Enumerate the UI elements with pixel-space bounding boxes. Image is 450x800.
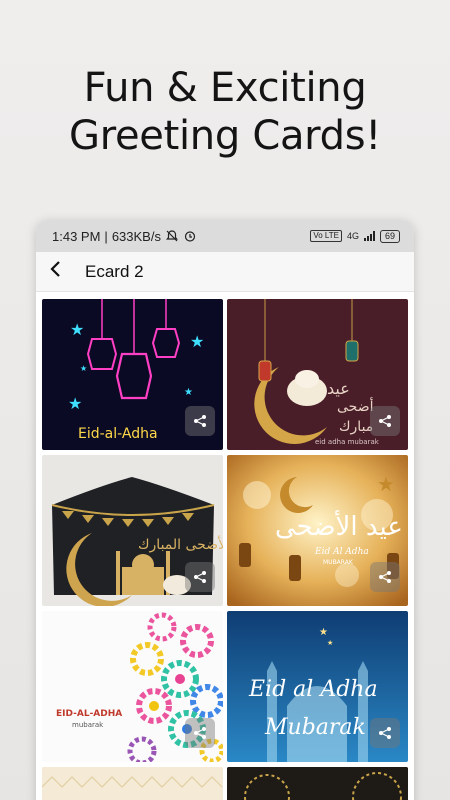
card-grid: ★ ★ ★ ★ ★ Eid-al-Adha عيد أضحى مبارك eid… [42, 299, 408, 800]
svg-text:مبارك: مبارك [339, 419, 373, 435]
share-button[interactable] [370, 406, 400, 436]
greeting-card[interactable]: ★ ★ Eid al Adha Mubarak [227, 611, 408, 762]
svg-text:عيد: عيد [327, 379, 350, 398]
headline-line-1: Fun & Exciting [83, 65, 367, 111]
svg-text:أضحى: أضحى [337, 397, 374, 415]
share-button[interactable] [370, 562, 400, 592]
volte-badge: Vo LTE [310, 230, 342, 242]
mute-bell-icon [166, 230, 178, 242]
card-subcaption: mubarak [72, 721, 104, 729]
svg-text:★: ★ [377, 472, 395, 496]
svg-text:★: ★ [68, 394, 82, 413]
svg-text:★: ★ [327, 639, 333, 647]
phone-frame: 1:43 PM | 633KB/s Vo LTE 4G 69 Ecard 2 ★… [36, 220, 414, 800]
card-caption: eid adha mubarak [315, 438, 379, 446]
card-caption: Eid al Adha [249, 677, 378, 702]
back-arrow-icon[interactable] [42, 252, 70, 292]
greeting-card[interactable]: عيد أضحى مبارك eid adha mubarak [227, 299, 408, 450]
status-bar: 1:43 PM | 633KB/s Vo LTE 4G 69 [36, 220, 414, 252]
card-caption: EID-AL-ADHA [56, 709, 123, 719]
signal-icon [363, 231, 375, 241]
card-subcaption: MUBARAK [323, 559, 353, 566]
greeting-card[interactable] [227, 767, 408, 800]
alarm-icon [184, 231, 196, 242]
share-button[interactable] [185, 562, 215, 592]
card-caption: Eid-al-Adha [78, 426, 158, 442]
svg-text:★: ★ [190, 332, 204, 351]
card-subcaption: Mubarak [265, 715, 366, 740]
share-button[interactable] [185, 406, 215, 436]
greeting-card[interactable]: ★ ★ ★ ★ ★ Eid-al-Adha [42, 299, 223, 450]
share-icon [194, 415, 206, 427]
battery-indicator: 69 [379, 229, 400, 243]
headline-line-2: Greeting Cards! [69, 113, 381, 159]
page-title: Ecard 2 [85, 261, 144, 281]
promo-headline: Fun & Exciting Greeting Cards! [0, 64, 450, 160]
share-icon [379, 415, 391, 427]
greeting-card[interactable] [42, 767, 223, 800]
greeting-card[interactable]: EID-AL-ADHA mubarak [42, 611, 223, 762]
svg-text:★: ★ [70, 320, 84, 339]
pattern-card-image [42, 767, 223, 800]
greeting-card[interactable]: ★ عيد الأضحى Eid Al Adha MUBARAK [227, 455, 408, 606]
gold-ornament-card-image [227, 767, 408, 800]
status-speed: 633KB/s [111, 228, 161, 244]
share-button[interactable] [370, 718, 400, 748]
greeting-card[interactable]: عيد الأضحى المبارك [42, 455, 223, 606]
card-caption: Eid Al Adha [315, 547, 369, 557]
svg-text:★: ★ [184, 387, 193, 398]
app-bar: Ecard 2 [36, 252, 414, 292]
svg-text:★: ★ [80, 364, 87, 373]
svg-text:عيد الأضحى المبارك: عيد الأضحى المبارك [138, 535, 223, 553]
svg-text:عيد الأضحى: عيد الأضحى [275, 509, 403, 542]
status-time: 1:43 PM [52, 228, 101, 244]
svg-text:★: ★ [319, 627, 328, 638]
share-icon [379, 571, 391, 583]
share-button[interactable] [185, 718, 215, 748]
share-icon [194, 571, 206, 583]
share-icon [379, 727, 391, 739]
network-type: 4G [346, 231, 359, 241]
share-icon [194, 727, 206, 739]
